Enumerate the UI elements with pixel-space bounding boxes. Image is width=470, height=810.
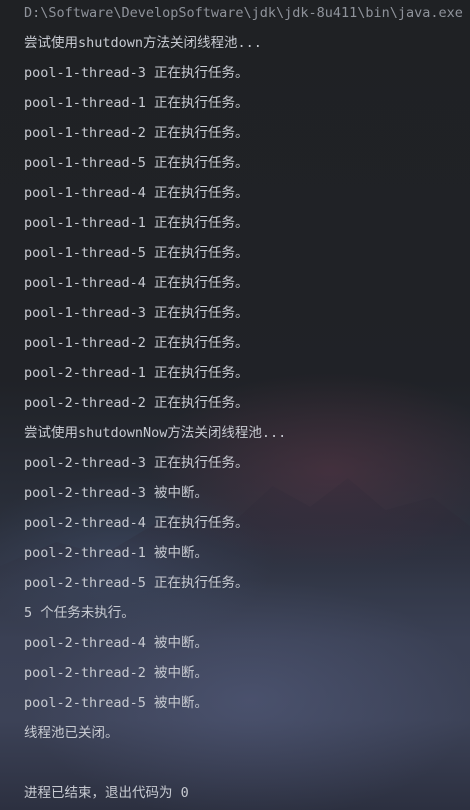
console-line: pool-2-thread-2 被中断。 — [24, 665, 209, 681]
console-line: pool-1-thread-5 正在执行任务。 — [24, 245, 249, 261]
console-line: 5 个任务未执行。 — [24, 605, 135, 621]
console-line: 尝试使用shutdown方法关闭线程池... — [24, 35, 262, 51]
console-line: pool-1-thread-4 正在执行任务。 — [24, 185, 249, 201]
console-line: pool-1-thread-1 正在执行任务。 — [24, 215, 249, 231]
console-line: 尝试使用shutdownNow方法关闭线程池... — [24, 425, 287, 441]
console-line: pool-2-thread-3 被中断。 — [24, 485, 209, 501]
console-line: pool-2-thread-4 正在执行任务。 — [24, 515, 249, 531]
console-line: pool-2-thread-5 被中断。 — [24, 695, 209, 711]
console-line: 线程池已关闭。 — [24, 725, 119, 741]
exit-message: 进程已结束，退出代码为 0 — [24, 785, 189, 801]
command-line: D:\Software\DevelopSoftware\jdk\jdk-8u41… — [24, 5, 470, 21]
console-line: pool-2-thread-2 正在执行任务。 — [24, 395, 249, 411]
console-line: pool-2-thread-1 正在执行任务。 — [24, 365, 249, 381]
console-line: pool-1-thread-2 正在执行任务。 — [24, 335, 249, 351]
console-line: pool-2-thread-3 正在执行任务。 — [24, 455, 249, 471]
console-line: pool-1-thread-3 正在执行任务。 — [24, 65, 249, 81]
console-line: pool-1-thread-4 正在执行任务。 — [24, 275, 249, 291]
console-output-panel[interactable]: D:\Software\DevelopSoftware\jdk\jdk-8u41… — [0, 0, 470, 810]
console-line: pool-2-thread-4 被中断。 — [24, 635, 209, 651]
console-line: pool-2-thread-1 被中断。 — [24, 545, 209, 561]
console-line: pool-2-thread-5 正在执行任务。 — [24, 575, 249, 591]
console-line: pool-1-thread-2 正在执行任务。 — [24, 125, 249, 141]
console-line: pool-1-thread-3 正在执行任务。 — [24, 305, 249, 321]
console-line: pool-1-thread-5 正在执行任务。 — [24, 155, 249, 171]
console-line: pool-1-thread-1 正在执行任务。 — [24, 95, 249, 111]
